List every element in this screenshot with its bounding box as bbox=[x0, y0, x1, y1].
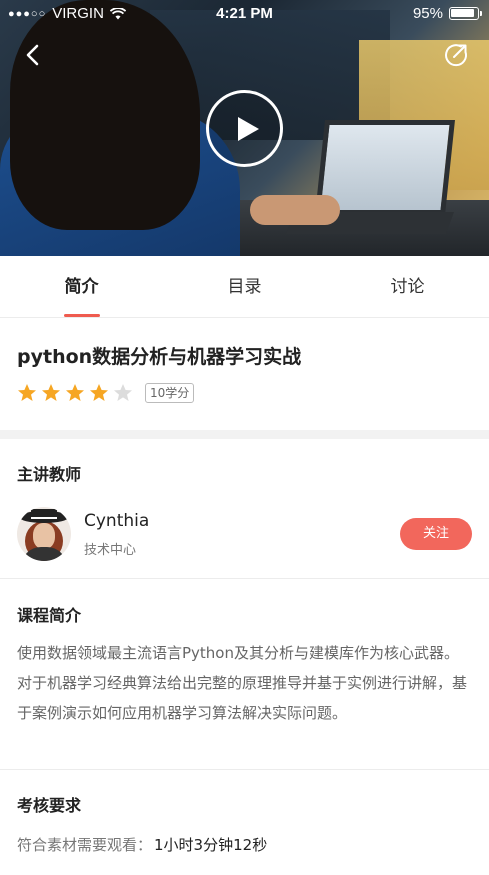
teacher-department: 技术中心 bbox=[84, 542, 137, 558]
course-title: python数据分析与机器学习实战 bbox=[17, 346, 302, 368]
tab-catalog[interactable]: 目录 bbox=[163, 256, 326, 317]
tab-bar: 简介 目录 讨论 bbox=[0, 256, 489, 318]
watch-requirement: 符合素材需要观看： 1小时3分钟12秒 bbox=[17, 834, 472, 855]
star-icon bbox=[90, 384, 108, 401]
intro-section-title: 课程简介 bbox=[17, 606, 82, 625]
teacher-info: Cynthia 技术中心 bbox=[84, 511, 400, 558]
course-rating: 10学分 bbox=[17, 383, 472, 403]
section-divider bbox=[0, 430, 489, 439]
watch-requirement-label: 符合素材需要观看： bbox=[17, 836, 153, 854]
star-icon bbox=[18, 384, 36, 401]
intro-text: 使用数据领域最主流语言Python及其分析与建模库作为核心武器。对于机器学习经典… bbox=[17, 644, 468, 722]
teacher-section-title: 主讲教师 bbox=[17, 465, 82, 484]
course-header: python数据分析与机器学习实战 10学分 bbox=[0, 318, 489, 430]
avatar-hat-crown bbox=[31, 509, 57, 519]
battery-percent: 95% bbox=[412, 5, 443, 22]
watch-requirement-value: 1小时3分钟12秒 bbox=[154, 836, 268, 854]
star-icon bbox=[66, 384, 84, 401]
chevron-left-icon bbox=[26, 44, 39, 66]
teacher-card: Cynthia 技术中心 关注 bbox=[17, 507, 472, 561]
follow-button[interactable]: 关注 bbox=[400, 518, 472, 550]
back-button[interactable] bbox=[16, 38, 50, 72]
tab-discussion[interactable]: 讨论 bbox=[326, 256, 489, 317]
course-intro-section: 课程简介 使用数据领域最主流语言Python及其分析与建模库作为核心武器。对于机… bbox=[0, 580, 489, 770]
star-icon bbox=[114, 384, 132, 401]
play-icon bbox=[238, 117, 259, 141]
share-button[interactable] bbox=[439, 38, 473, 72]
assessment-section-title: 考核要求 bbox=[17, 796, 82, 815]
share-icon bbox=[445, 44, 467, 67]
tab-intro[interactable]: 简介 bbox=[0, 256, 163, 317]
battery-icon bbox=[449, 7, 482, 20]
avatar[interactable] bbox=[17, 507, 71, 561]
credit-badge: 10学分 bbox=[145, 383, 195, 403]
cover-hand bbox=[250, 195, 340, 225]
avatar-face bbox=[33, 523, 55, 549]
cover-person-hair bbox=[10, 0, 200, 230]
teacher-section: 主讲教师 Cynthia 技术中心 关注 bbox=[0, 439, 489, 579]
assessment-section: 考核要求 符合素材需要观看： 1小时3分钟12秒 bbox=[0, 770, 489, 875]
teacher-name[interactable]: Cynthia bbox=[84, 511, 400, 531]
video-cover[interactable]: ●●●○○ VIRGIN 4:21 PM 95% bbox=[0, 0, 489, 256]
play-button[interactable] bbox=[206, 90, 283, 167]
star-icon bbox=[42, 384, 60, 401]
status-bar: ●●●○○ VIRGIN 4:21 PM 95% bbox=[0, 0, 489, 28]
